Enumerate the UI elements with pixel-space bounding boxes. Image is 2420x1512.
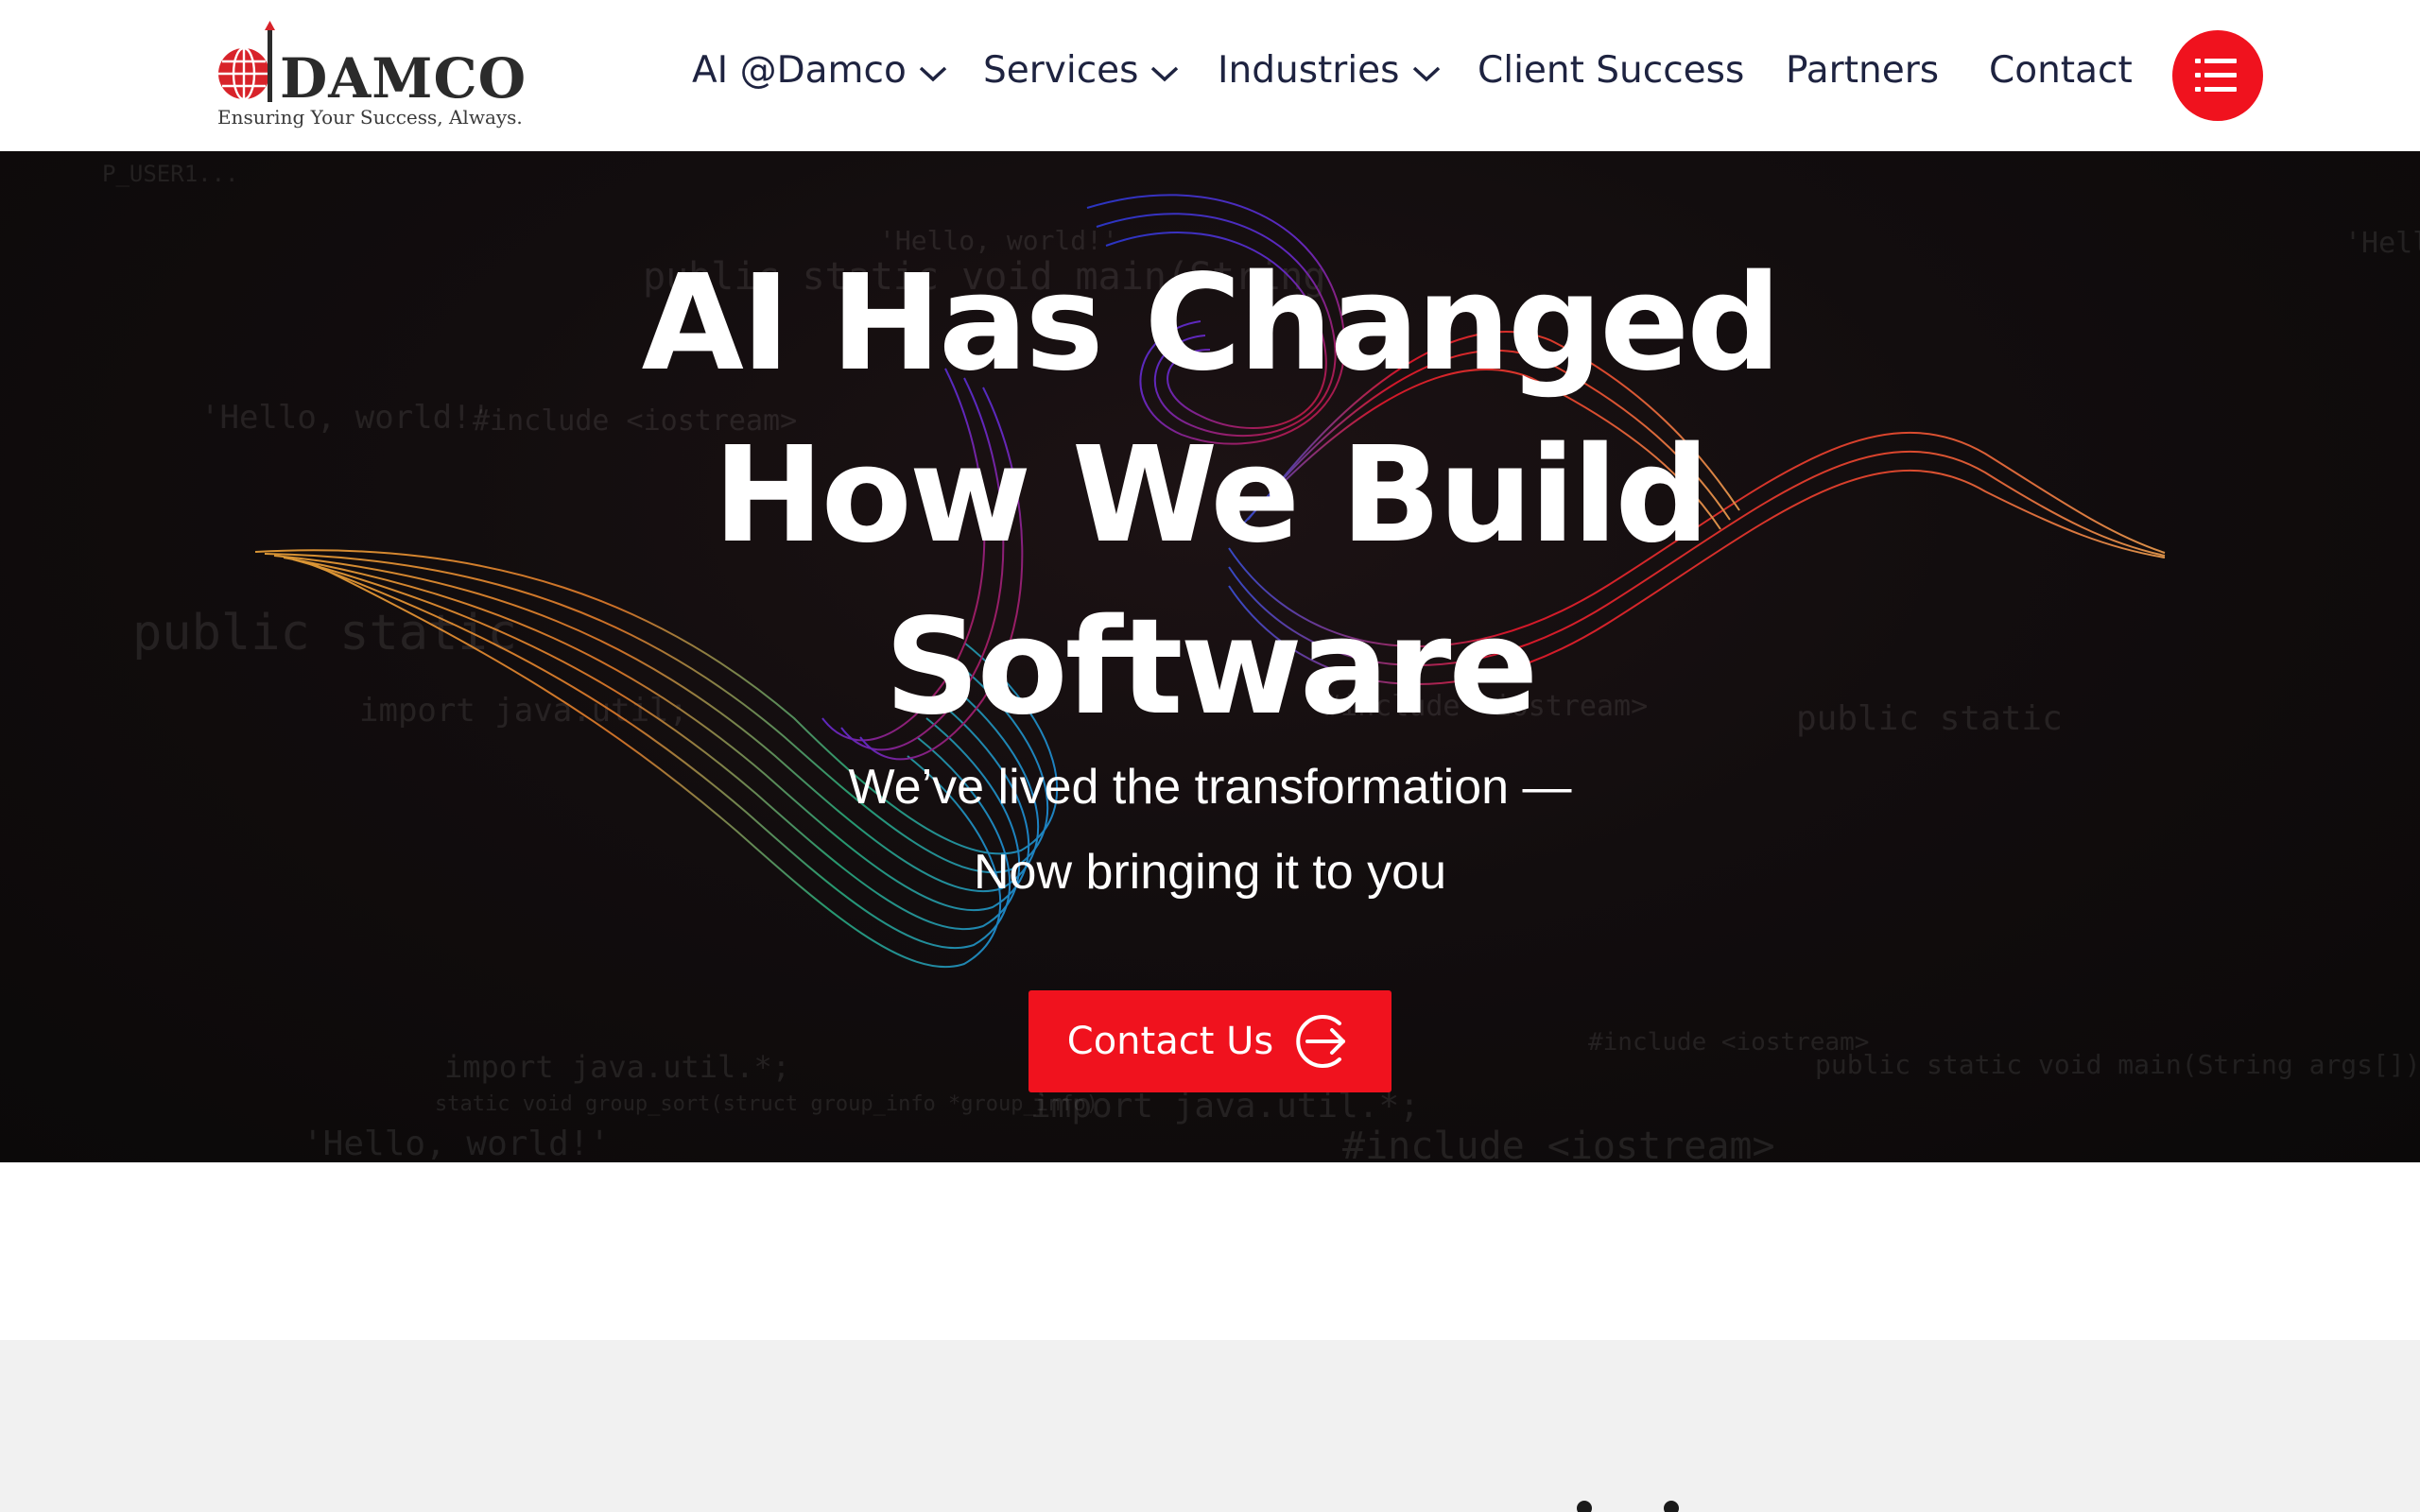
nav-item-ai-damco[interactable]: AI @Damco	[692, 43, 948, 96]
hamburger-menu-icon	[2195, 59, 2237, 92]
hero-title-line: How We Build	[713, 419, 1709, 573]
hero-title-line: AI Has Changed	[641, 247, 1782, 401]
hero-subtitle-line: Now bringing it to you	[973, 845, 1447, 900]
site-header: DAMCO Ensuring Your Success, Always. AI …	[0, 0, 2420, 151]
contact-us-button[interactable]: Contact Us	[1028, 990, 1392, 1092]
nav-item-label: Client Success	[1478, 48, 1745, 92]
nav-item-client-success[interactable]: Client Success	[1478, 43, 1744, 96]
nav-item-label: Services	[983, 48, 1139, 92]
nav-item-partners[interactable]: Partners	[1786, 43, 1939, 96]
arrow-right-circle-icon	[1296, 1015, 1346, 1068]
main-nav: AI @Damco Services Industries Client Suc…	[0, 0, 2420, 151]
spacer-band	[0, 1162, 2420, 1340]
decorative-dot	[1664, 1501, 1679, 1512]
next-section	[0, 1340, 2420, 1512]
chevron-down-icon	[1151, 66, 1179, 82]
contact-us-label: Contact Us	[1066, 1020, 1274, 1063]
menu-button[interactable]	[2172, 30, 2263, 121]
chevron-down-icon	[1412, 66, 1440, 82]
hero-title-line: Software	[884, 591, 1539, 745]
nav-item-label: Industries	[1218, 48, 1400, 92]
nav-item-services[interactable]: Services	[983, 43, 1180, 96]
hero-subtitle: We’ve lived the transformation — Now bri…	[643, 745, 1777, 915]
nav-item-label: Partners	[1786, 48, 1940, 92]
hero-section: P_USER1... 'Hello, world!' 'Hello, world…	[0, 151, 2420, 1162]
hero-subtitle-line: We’ve lived the transformation —	[848, 760, 1572, 815]
nav-item-contact[interactable]: Contact	[1989, 43, 2133, 96]
hero-title: AI Has Changed How We Build Software	[454, 238, 1966, 754]
nav-item-label: AI @Damco	[692, 48, 907, 92]
nav-item-label: Contact	[1989, 48, 2133, 92]
chevron-down-icon	[919, 66, 946, 82]
nav-item-industries[interactable]: Industries	[1218, 43, 1442, 96]
decorative-dot	[1577, 1501, 1592, 1512]
